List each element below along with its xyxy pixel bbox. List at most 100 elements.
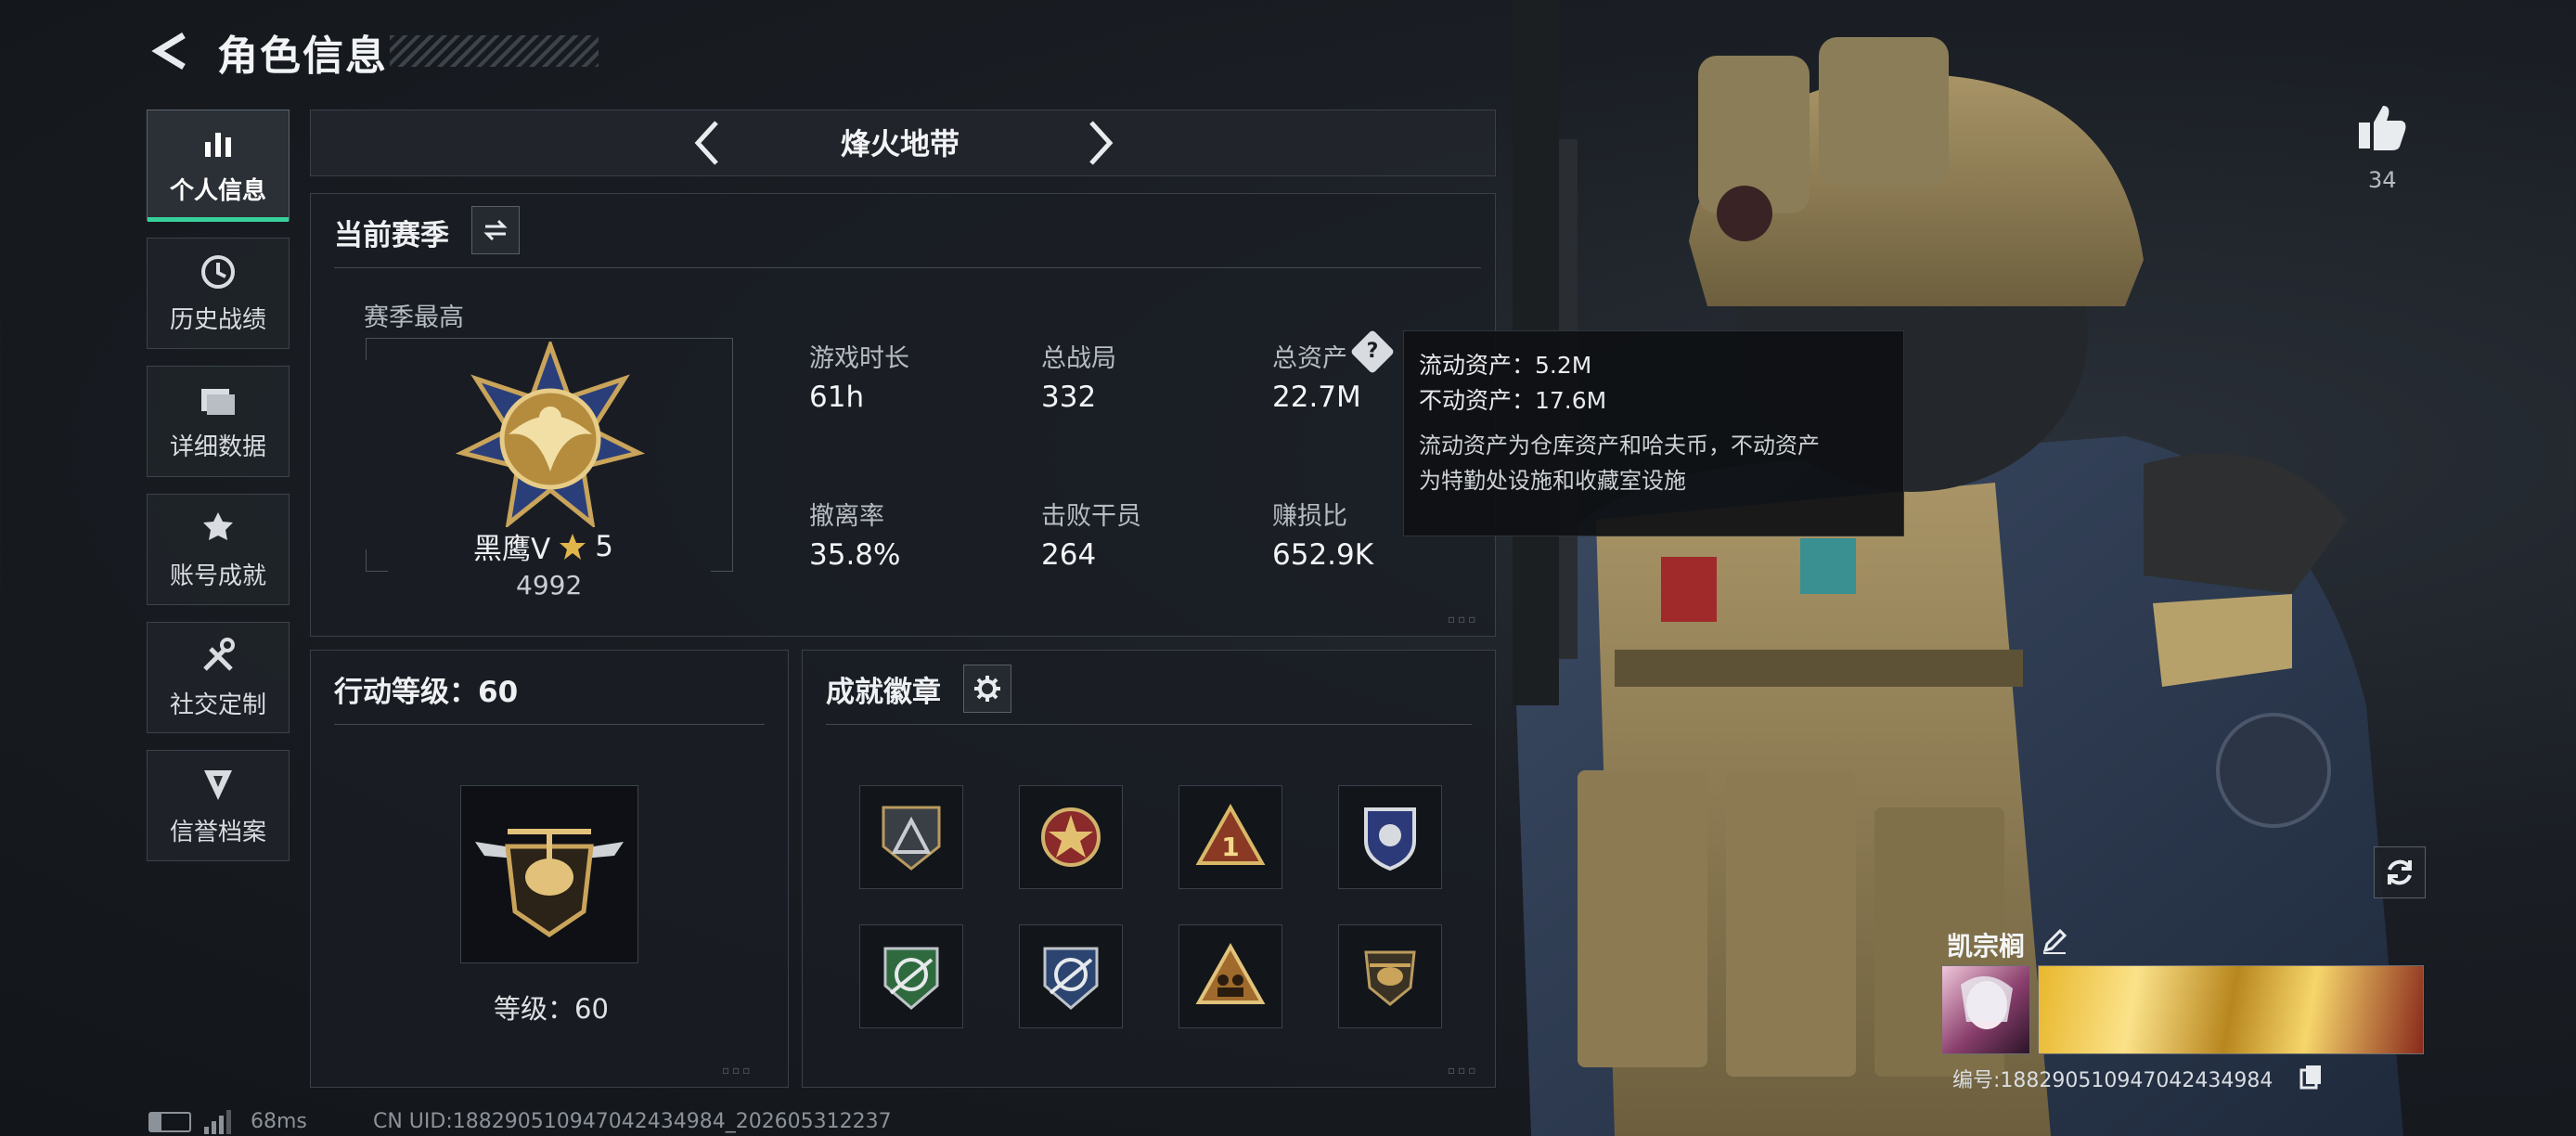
mode-label: 烽火地带 bbox=[841, 126, 960, 161]
player-name: 凯宗榈 bbox=[1947, 931, 2026, 962]
season-best-label: 赛季最高 bbox=[364, 303, 464, 332]
divider bbox=[334, 267, 1481, 268]
number-one-badge-icon: 1 bbox=[1195, 803, 1266, 865]
refresh-icon bbox=[2388, 859, 2412, 885]
green-rotate-badge-icon bbox=[883, 947, 939, 1010]
page-title: 角色信息 bbox=[217, 32, 388, 80]
star-icon bbox=[560, 533, 586, 560]
sidebar-item-history[interactable]: 历史战绩 bbox=[147, 238, 290, 349]
stat-label-matches: 总战局 bbox=[1041, 344, 1116, 373]
triangle-badge-icon bbox=[882, 806, 941, 871]
sidebar-item-label: 历史战绩 bbox=[169, 305, 266, 334]
avatar-character-image bbox=[1961, 975, 2013, 1029]
tooltip-note-line1: 流动资产为仓库资产和哈夫币，不动资产 bbox=[1419, 432, 1820, 458]
achievement-badge-8[interactable] bbox=[1338, 924, 1442, 1028]
panel-corner-decoration: ▫▫▫ bbox=[1448, 613, 1479, 626]
achievement-icon bbox=[203, 511, 233, 540]
tools-icon bbox=[203, 637, 235, 671]
achievement-badge-3[interactable]: 1 bbox=[1179, 785, 1282, 889]
pencil-icon bbox=[2042, 928, 2067, 954]
rank-emblem-icon bbox=[455, 342, 646, 527]
achievement-badge-5[interactable] bbox=[859, 924, 963, 1028]
achievement-badge-2[interactable] bbox=[1019, 785, 1123, 889]
copy-id-button[interactable] bbox=[2299, 1064, 2324, 1090]
stat-value-assets: 22.7M bbox=[1272, 381, 1361, 414]
stat-label-playtime: 游戏时长 bbox=[809, 344, 909, 373]
achievement-title: 成就徽章 bbox=[826, 676, 941, 709]
rank-name: 黑鹰V 5 bbox=[473, 525, 613, 567]
sidebar-item-label: 社交定制 bbox=[169, 691, 266, 719]
ping-value: 68ms bbox=[251, 1110, 307, 1133]
uid-text: CN UID:1882905109470424349​84_2026053122… bbox=[373, 1110, 892, 1133]
mode-next-arrow-icon[interactable] bbox=[1082, 117, 1119, 169]
helicopter-emblem-icon bbox=[475, 829, 624, 938]
sidebar-item-detailed-data[interactable]: 详细数据 bbox=[147, 366, 290, 477]
like-button[interactable] bbox=[2355, 100, 2409, 154]
sidebar-item-credit[interactable]: 信誉档案 bbox=[147, 750, 290, 861]
sidebar-item-label: 个人信息 bbox=[169, 176, 266, 205]
achievement-badge-1[interactable] bbox=[859, 785, 963, 889]
stat-label-extraction: 撤离率 bbox=[809, 502, 884, 531]
gear-icon bbox=[974, 676, 1000, 702]
divider bbox=[334, 724, 765, 725]
star-cross-badge-icon bbox=[1041, 807, 1101, 867]
mode-prev-arrow-icon[interactable] bbox=[689, 117, 726, 169]
achievement-badge-6[interactable] bbox=[1019, 924, 1123, 1028]
helicopter-badge-icon bbox=[1364, 950, 1416, 1006]
level-emblem-frame bbox=[460, 785, 638, 963]
stat-value-extraction: 35.8% bbox=[809, 538, 901, 572]
svg-text:1: 1 bbox=[1221, 832, 1239, 862]
stat-value-playtime: 61h bbox=[809, 381, 865, 414]
sidebar-item-achievements[interactable]: 账号成就 bbox=[147, 494, 290, 605]
history-icon bbox=[201, 254, 235, 289]
rank-stars: 5 bbox=[595, 529, 613, 563]
title-decoration bbox=[390, 35, 599, 67]
tooltip-liquid-assets: 流动资产：5.2M bbox=[1419, 352, 1592, 379]
asset-tooltip: 流动资产：5.2M 不动资产：17.6M 流动资产为仓库资产和哈夫币，不动资产 … bbox=[1403, 330, 1904, 536]
level-label: 等级：60 bbox=[494, 993, 609, 1025]
panel-corner-decoration: ▫▫▫ bbox=[722, 1064, 753, 1077]
shield-eagle-badge-icon bbox=[1364, 807, 1416, 871]
rank-score: 4992 bbox=[516, 570, 583, 600]
copy-icon bbox=[2299, 1065, 2321, 1090]
thumbs-up-icon bbox=[2359, 106, 2406, 150]
sidebar-item-social[interactable]: 社交定制 bbox=[147, 622, 290, 733]
back-arrow-icon[interactable] bbox=[147, 28, 193, 74]
player-avatar[interactable] bbox=[1941, 965, 2030, 1054]
stat-label-kills: 击败干员 bbox=[1041, 502, 1141, 531]
people-triangle-badge-icon bbox=[1195, 942, 1266, 1004]
shield-icon bbox=[204, 769, 232, 800]
season-title: 当前赛季 bbox=[334, 219, 449, 252]
tooltip-note-line2: 为特勤处设施和收藏室设施 bbox=[1419, 468, 1686, 494]
stat-label-assets: 总资产 bbox=[1272, 344, 1347, 373]
signal-icon bbox=[202, 1108, 232, 1134]
achievement-settings-button[interactable] bbox=[963, 665, 1011, 713]
folder-icon bbox=[201, 388, 235, 415]
sidebar-item-label: 详细数据 bbox=[169, 432, 266, 461]
panel-corner-decoration: ▫▫▫ bbox=[1448, 1064, 1479, 1077]
battery-icon bbox=[148, 1112, 191, 1132]
blue-rotate-badge-icon bbox=[1043, 947, 1099, 1010]
bar-chart-icon bbox=[205, 132, 231, 157]
swap-icon bbox=[483, 219, 508, 241]
season-switch-button[interactable] bbox=[471, 206, 520, 254]
sidebar-item-label: 账号成就 bbox=[169, 562, 266, 590]
divider bbox=[826, 724, 1472, 725]
tooltip-fixed-assets: 不动资产：17.6M bbox=[1419, 387, 1607, 414]
action-level-title: 行动等级：60 bbox=[334, 676, 519, 709]
like-count: 34 bbox=[2368, 167, 2397, 193]
edit-name-button[interactable] bbox=[2040, 926, 2069, 956]
stat-value-matches: 332 bbox=[1041, 381, 1097, 414]
player-banner[interactable] bbox=[2038, 965, 2424, 1054]
rank-name-text: 黑鹰V bbox=[473, 533, 551, 566]
help-icon[interactable]: ? bbox=[1349, 329, 1396, 375]
achievement-badge-7[interactable] bbox=[1179, 924, 1282, 1028]
stat-value-kills: 264 bbox=[1041, 538, 1097, 572]
refresh-button[interactable] bbox=[2374, 846, 2426, 898]
sidebar-item-personal-info[interactable]: 个人信息 bbox=[147, 110, 290, 222]
achievement-badge-4[interactable] bbox=[1338, 785, 1442, 889]
sidebar-item-label: 信誉档案 bbox=[169, 818, 266, 846]
player-id: 编号:18829051094704243498​4 bbox=[1952, 1069, 2273, 1092]
stat-label-profit-ratio: 赚损比 bbox=[1272, 502, 1347, 531]
stat-value-profit-ratio: 652.9K bbox=[1272, 538, 1374, 572]
